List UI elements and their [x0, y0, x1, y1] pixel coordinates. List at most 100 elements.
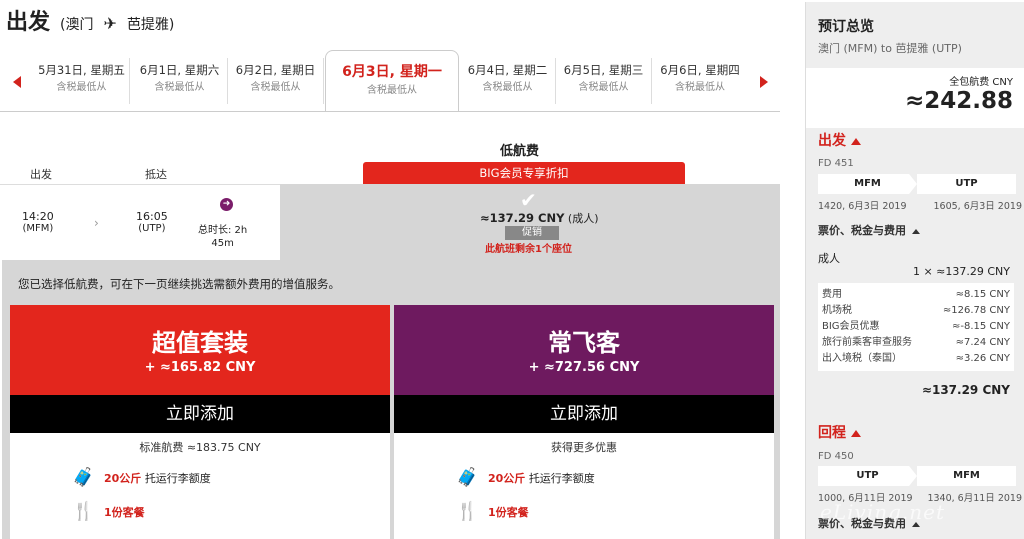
page: 出发 (澳门 ✈ 芭提雅) 5月31日, 星期五 含税最低从 6月1日, 星期六含… — [0, 0, 1024, 539]
date-tab[interactable]: 6月4日, 星期二 含税最低从 — [460, 58, 556, 104]
fee-name: 旅行前乘客审查服务 — [822, 337, 912, 348]
date-label: 5月31日, 星期五 — [38, 63, 125, 77]
baggage-weight: 20公斤 — [488, 471, 526, 485]
segment-from: MFM — [818, 174, 917, 194]
date-label: 6月1日, 星期六 — [139, 63, 220, 77]
depart-segment: MFM UTP — [818, 174, 1016, 194]
fee-value: ≈7.24 CNY — [955, 337, 1010, 348]
depart-flight-no: FD 451 — [818, 158, 854, 169]
fee-row: BIG会员优惠 ≈-8.15 CNY — [822, 319, 1010, 335]
summary-route: 澳门 (MFM) to 芭提雅 (UTP) — [818, 42, 962, 55]
tax-label: 票价、税金与费用 — [818, 224, 906, 237]
dep-code: (MFM) — [22, 223, 54, 234]
page-header: 出发 (澳门 ✈ 芭提雅) — [6, 4, 175, 35]
subtotal-value: ≈137.29 CNY — [921, 383, 1010, 397]
bundle-price: + ≈727.56 CNY — [528, 360, 640, 375]
prev-date-arrow-icon[interactable] — [13, 76, 21, 88]
add-bundle-button[interactable]: 立即添加 — [394, 395, 774, 433]
next-date-arrow-icon[interactable] — [760, 76, 768, 88]
return-section-label: 回程 — [818, 425, 846, 441]
date-sub: 含税最低从 — [675, 82, 725, 93]
bundle-sub: 标准航费 ≈183.75 CNY — [139, 441, 261, 454]
total-value: ≈242.88 — [904, 88, 1013, 114]
date-label: 6月6日, 星期四 — [660, 63, 740, 77]
col-depart: 出发 — [30, 168, 52, 181]
fee-value: ≈3.26 CNY — [955, 353, 1010, 364]
tax-toggle[interactable]: 票价、税金与费用 — [818, 222, 920, 238]
big-member-banner: BIG会员专享折扣 — [363, 162, 685, 184]
date-tab-selected[interactable]: 6月3日, 星期一 含税最低从 — [325, 50, 459, 112]
fare-type-title: 低航费 — [500, 144, 540, 159]
baggage-label: 托运行李额度 — [528, 471, 595, 485]
return-segment: UTP MFM — [818, 466, 1016, 486]
page-title: 出发 — [6, 10, 51, 35]
fare-price: ≈137.29 CNY (成人) — [480, 210, 599, 226]
fees-list: 费用 ≈8.15 CNY 机场税 ≈126.78 CNY BIG会员优惠 ≈-8.15… — [818, 283, 1014, 371]
depart-section-label: 出发 — [818, 133, 846, 149]
date-sub: 含税最低从 — [578, 82, 629, 93]
watermark: eLiving.net — [820, 500, 946, 524]
segment-to: UTP — [917, 174, 1016, 194]
booking-summary-panel: 预订总览 澳门 (MFM) to 芭提雅 (UTP) 全包航费 CNY ≈242… — [805, 2, 1024, 539]
date-label: 6月2日, 星期日 — [235, 63, 316, 77]
feature-meal: 🍴 1份客餐 — [456, 501, 529, 522]
date-sub: 含税最低从 — [154, 82, 205, 93]
total-box: 全包航费 CNY ≈242.88 — [806, 68, 1024, 128]
duration-line2: 45m — [211, 238, 234, 249]
bundle-sub: 获得更多优惠 — [551, 441, 617, 454]
segment-from: UTP — [818, 466, 917, 486]
fee-value: ≈126.78 CNY — [942, 305, 1010, 316]
segment-dep-time: 1420, 6月3日 2019 — [818, 201, 907, 212]
adult-label: 成人 — [818, 252, 840, 265]
date-tab[interactable]: 6月1日, 星期六 含税最低从 — [132, 58, 228, 104]
selection-notice: 您已选择低航费，可在下一页继续挑选需额外费用的增值服务。 — [18, 277, 340, 291]
bundle-price: + ≈165.82 CNY — [144, 360, 256, 375]
duration-line1: 总时长: 2h — [198, 225, 248, 236]
flight-details-icon[interactable]: ➜ — [220, 198, 233, 211]
bundle-header: 超值套装 + ≈165.82 CNY — [10, 305, 390, 395]
feature-meal: 🍴 1份客餐 — [72, 501, 145, 522]
fee-row: 旅行前乘客审查服务 ≈7.24 CNY — [822, 335, 1010, 351]
route-to: 芭提雅) — [126, 17, 175, 33]
date-tab[interactable]: 5月31日, 星期五 含税最低从 — [34, 58, 130, 104]
date-sub: 含税最低从 — [250, 82, 301, 93]
segment-arr-time: 1605, 6月3日 2019 — [933, 201, 1022, 212]
caret-up-icon — [851, 429, 861, 437]
duration: 总时长: 2h 45m — [198, 224, 247, 250]
fee-name: 出入境税（泰国） — [822, 353, 902, 364]
luggage-icon: 🧳 — [72, 467, 95, 488]
meal-label: 1份客餐 — [104, 505, 145, 519]
summary-title: 预订总览 — [818, 19, 874, 35]
fare-price-suffix: (成人) — [567, 212, 599, 225]
fork-knife-icon: 🍴 — [72, 501, 95, 522]
promo-badge: 促销 — [505, 226, 559, 240]
date-label: 6月5日, 星期三 — [563, 63, 644, 77]
date-tab[interactable]: 6月5日, 星期三 含税最低从 — [556, 58, 652, 104]
meal-label: 1份客餐 — [488, 505, 529, 519]
date-carousel: 5月31日, 星期五 含税最低从 6月1日, 星期六 含税最低从 6月2日, 星期日… — [0, 50, 780, 112]
luggage-icon: 🧳 — [456, 467, 479, 488]
fee-row: 费用 ≈8.15 CNY — [822, 287, 1010, 303]
fee-value: ≈8.15 CNY — [955, 289, 1010, 300]
bundle-card-value-pack: 超值套装 + ≈165.82 CNY 立即添加 标准航费 ≈183.75 CNY… — [10, 305, 390, 539]
bundle-card-frequent-flyer: 常飞客 + ≈727.56 CNY 立即添加 获得更多优惠 🧳 20公斤 托运行李… — [394, 305, 774, 539]
return-section-toggle[interactable]: 回程 — [818, 422, 861, 442]
date-label: 6月3日, 星期一 — [342, 64, 442, 80]
add-bundle-button[interactable]: 立即添加 — [10, 395, 390, 433]
depart-times: 1420, 6月3日 2019 1605, 6月3日 2019 — [818, 198, 1022, 212]
arrive-time: 16:05 (UTP) — [136, 210, 168, 234]
fee-row: 机场税 ≈126.78 CNY — [822, 303, 1010, 319]
fee-name: BIG会员优惠 — [822, 321, 880, 332]
fee-row: 出入境税（泰国） ≈3.26 CNY — [822, 351, 1010, 367]
date-tab[interactable]: 6月2日, 星期日 含税最低从 — [228, 58, 324, 104]
segment-to: MFM — [917, 466, 1016, 486]
col-arrive: 抵达 — [145, 168, 167, 181]
date-tab[interactable]: 6月6日, 星期四 含税最低从 — [652, 58, 748, 104]
date-label: 6月4日, 星期二 — [467, 63, 548, 77]
seats-left: 此航班剩余1个座位 — [485, 244, 572, 255]
fee-value: ≈-8.15 CNY — [951, 321, 1010, 332]
fare-price-value: ≈137.29 CNY — [480, 211, 565, 225]
caret-up-icon — [851, 137, 861, 145]
fork-knife-icon: 🍴 — [456, 501, 479, 522]
depart-section-toggle[interactable]: 出发 — [818, 130, 861, 150]
